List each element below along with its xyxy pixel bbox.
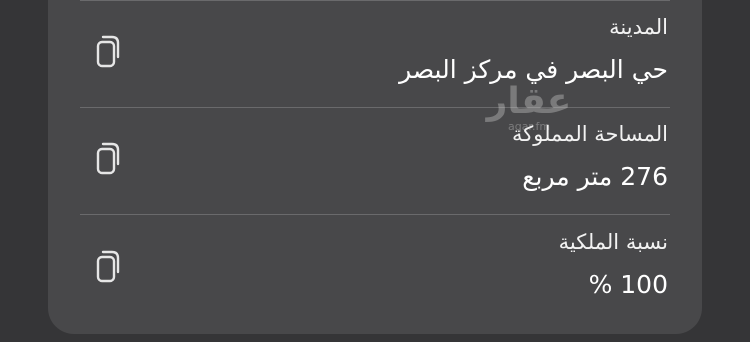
detail-row-owned-area: المساحة المملوكة 276 متر مربع: [80, 108, 670, 215]
owned-area-value: 276 متر مربع: [522, 162, 668, 191]
city-label: المدينة: [609, 15, 668, 39]
copy-icon[interactable]: [90, 246, 126, 286]
copy-icon[interactable]: [90, 31, 126, 71]
detail-row-city: المدينة حي البصر في مركز البصر: [80, 1, 670, 108]
ownership-ratio-label: نسبة الملكية: [558, 230, 668, 254]
copy-icon[interactable]: [90, 138, 126, 178]
divider: [80, 214, 670, 215]
owned-area-label: المساحة المملوكة: [512, 122, 668, 146]
detail-row-ownership-ratio: نسبة الملكية 100 %: [80, 216, 670, 323]
city-value: حي البصر في مركز البصر: [399, 55, 668, 84]
ownership-ratio-value: 100 %: [588, 270, 668, 299]
